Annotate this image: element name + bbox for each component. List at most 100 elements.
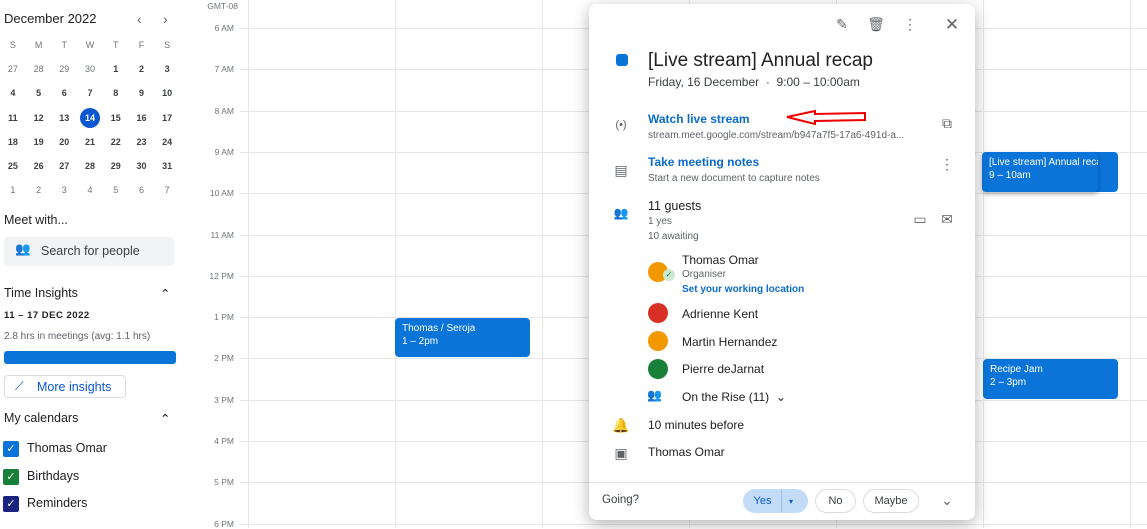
close-icon[interactable]: ✕: [942, 15, 962, 35]
attendee-name: Adrienne Kent: [682, 307, 759, 321]
notes-subtitle: Start a new document to capture notes: [648, 173, 820, 184]
event-title: [Live stream] Annual recap: [989, 157, 1098, 168]
mini-calendar-day[interactable]: 26: [26, 161, 52, 171]
mini-calendar-day[interactable]: 9: [129, 88, 155, 98]
weekday-label: F: [138, 40, 145, 51]
rsvp-dropdown-icon[interactable]: ▾: [782, 497, 793, 506]
sidebar: December 2022 ‹ › S M T W T F S 27 28 29 30 1 2 3 4 5 6 7…: [0, 0, 190, 528]
notes-more-icon[interactable]: ⋮: [937, 156, 957, 173]
avatar: [648, 331, 668, 351]
collapse-calendars-icon[interactable]: ⌃: [160, 411, 170, 426]
mini-calendar-day[interactable]: 8: [103, 88, 129, 98]
chat-icon[interactable]: ▭: [910, 211, 930, 228]
hour-label: 2 PM: [214, 353, 234, 364]
copy-icon[interactable]: ⧉: [937, 115, 957, 132]
hour-line: [240, 523, 1147, 525]
hour-label: 5 PM: [214, 477, 234, 488]
weekday-label: T: [112, 40, 119, 51]
hour-label: 12 PM: [209, 270, 234, 281]
hour-label: 4 PM: [214, 436, 234, 446]
event-title: [Live stream] Annual recap: [648, 50, 873, 71]
attendee-name: Martin Hernandez: [682, 335, 778, 349]
people-icon: 👥: [15, 242, 31, 256]
accepted-check-icon: ✓: [663, 269, 675, 281]
mini-calendar-day[interactable]: 4: [0, 88, 26, 98]
bell-icon: 🔔: [612, 417, 630, 433]
mini-calendar-day[interactable]: 5: [26, 88, 52, 98]
weekday-label: S: [9, 40, 16, 51]
weekday-label: M: [34, 40, 43, 51]
delete-icon[interactable]: 🗑: [866, 16, 886, 33]
set-working-location-link[interactable]: Set your working location: [682, 284, 804, 295]
mini-calendar-day[interactable]: 19: [26, 137, 52, 147]
event-live-stream[interactable]: [Live stream] Annual recap 9 – 10am: [982, 152, 1098, 192]
mini-calendar-day[interactable]: 6: [51, 88, 77, 98]
take-meeting-notes-link[interactable]: Take meeting notes: [648, 155, 759, 169]
mini-calendar-day[interactable]: 20: [51, 137, 77, 147]
mini-calendar-day[interactable]: 29: [103, 161, 129, 171]
hour-label: 6 AM: [214, 23, 234, 33]
mini-calendar-day[interactable]: 28: [77, 161, 103, 171]
reminder: 10 minutes before: [648, 418, 745, 432]
divider: [589, 482, 975, 483]
red-arrow-annotation: [786, 109, 866, 126]
more-options-icon[interactable]: ⋮: [900, 16, 920, 33]
mini-calendar-day[interactable]: 23: [129, 137, 155, 147]
weekday-label: S: [164, 40, 171, 51]
event-thomas-seroja[interactable]: Thomas / Seroja 1 – 2pm: [395, 318, 530, 357]
collapse-insights-icon[interactable]: ⌃: [160, 286, 170, 301]
hour-label: 3 PM: [214, 394, 234, 405]
mini-calendar-day[interactable]: 24: [154, 137, 180, 147]
search-people-input[interactable]: 👥 Search for people: [4, 237, 174, 266]
mini-calendar-day[interactable]: 30: [129, 161, 155, 171]
guest-count: 11 guests: [648, 199, 702, 213]
email-icon[interactable]: ✉: [937, 211, 957, 228]
guests-yes: 1 yes: [648, 216, 672, 227]
hour-label: 8 AM: [214, 105, 234, 116]
edit-icon[interactable]: ✎: [832, 16, 852, 33]
mini-calendar-day[interactable]: 10: [154, 88, 180, 98]
event-time: 9:00 – 10:00am: [776, 75, 860, 89]
day-column-line: [542, 0, 543, 528]
my-calendars-title: My calendars: [4, 411, 79, 425]
insights-summary: 2.8 hrs in meetings (avg: 1.1 hrs): [4, 331, 151, 342]
calendar-label: Reminders: [27, 496, 88, 510]
day-column-line: [248, 0, 249, 528]
hour-label: 1 PM: [214, 312, 234, 323]
more-insights-label: More insights: [37, 380, 112, 394]
weekday-label: W: [85, 40, 95, 51]
rsvp-no-button[interactable]: No: [815, 489, 856, 513]
mini-calendar-day[interactable]: 27: [51, 161, 77, 171]
mini-calendar: S M T W T F S 27 28 29 30 1 2 3 4 5 6 7 8 9 10 11 12 13 14 15 16 17…: [0, 33, 180, 202]
mini-calendar-day[interactable]: 25: [0, 161, 26, 171]
time-insights-title: Time Insights: [4, 286, 78, 300]
live-stream-url: stream.meet.google.com/stream/b947a7f5-1…: [648, 130, 905, 141]
mini-calendar-day[interactable]: 18: [0, 137, 26, 147]
expand-rsvp-icon[interactable]: ⌄: [937, 492, 957, 509]
guest-group[interactable]: On the Rise (11) ⌄: [682, 390, 786, 404]
event-color-swatch: [616, 54, 628, 66]
watch-live-stream-link[interactable]: Watch live stream: [648, 112, 750, 126]
mini-calendar-day[interactable]: 31: [154, 161, 180, 171]
mini-calendar-day[interactable]: 22: [103, 137, 129, 147]
guests-icon: 👥: [613, 206, 629, 220]
mini-calendar-day[interactable]: 21: [77, 137, 103, 147]
going-label: Going?: [602, 494, 640, 506]
calendar-icon: ▣: [614, 445, 628, 461]
document-icon: ▤: [614, 162, 628, 178]
mini-calendar-day[interactable]: 7: [77, 88, 103, 98]
group-label: On the Rise (11): [682, 390, 770, 404]
rsvp-yes-button[interactable]: Yes ▾: [743, 489, 808, 513]
event-title: Thomas / Seroja: [402, 323, 476, 334]
day-column-line: [1130, 0, 1131, 528]
timezone-label: GMT-08: [190, 1, 238, 11]
expand-group-icon: ⌄: [775, 390, 786, 404]
hour-label: 6 PM: [214, 518, 234, 529]
insights-icon: ⟋: [15, 379, 24, 393]
event-recipe-jam[interactable]: Recipe Jam 2 – 3pm: [983, 359, 1118, 399]
rsvp-maybe-button[interactable]: Maybe: [863, 489, 919, 513]
event-title: Recipe Jam: [990, 364, 1043, 375]
guests-awaiting: 10 awaiting: [648, 231, 699, 242]
event-time: 2 – 3pm: [990, 377, 1027, 388]
calendar-checkbox[interactable]: ✓: [3, 496, 19, 512]
